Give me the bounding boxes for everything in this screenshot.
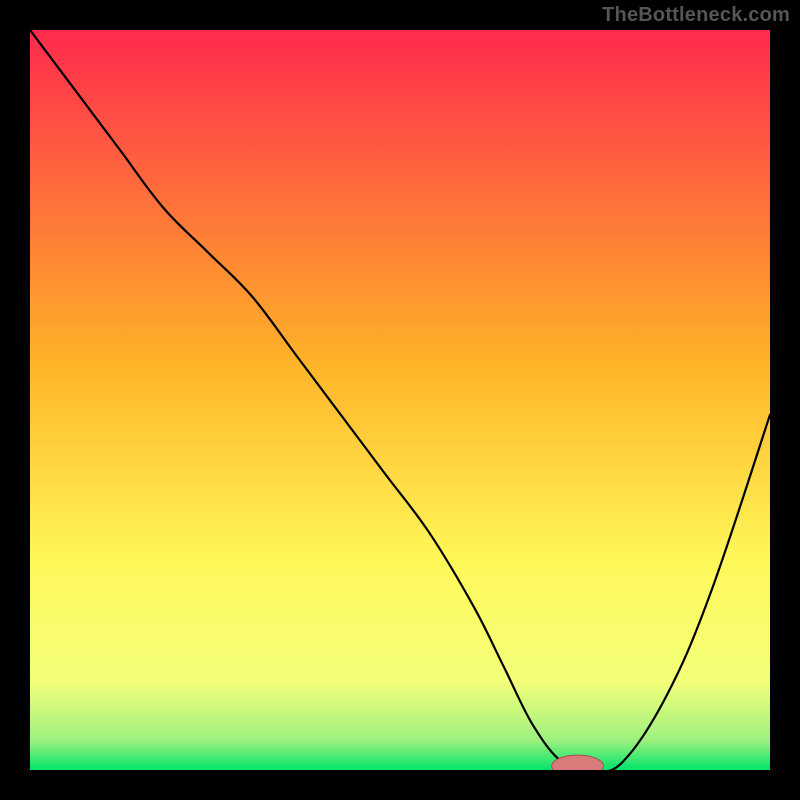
chart-frame: TheBottleneck.com bbox=[0, 0, 800, 800]
plot-area bbox=[30, 30, 770, 770]
gradient-bg bbox=[30, 30, 770, 770]
chart-svg bbox=[30, 30, 770, 770]
watermark-text: TheBottleneck.com bbox=[602, 4, 790, 27]
